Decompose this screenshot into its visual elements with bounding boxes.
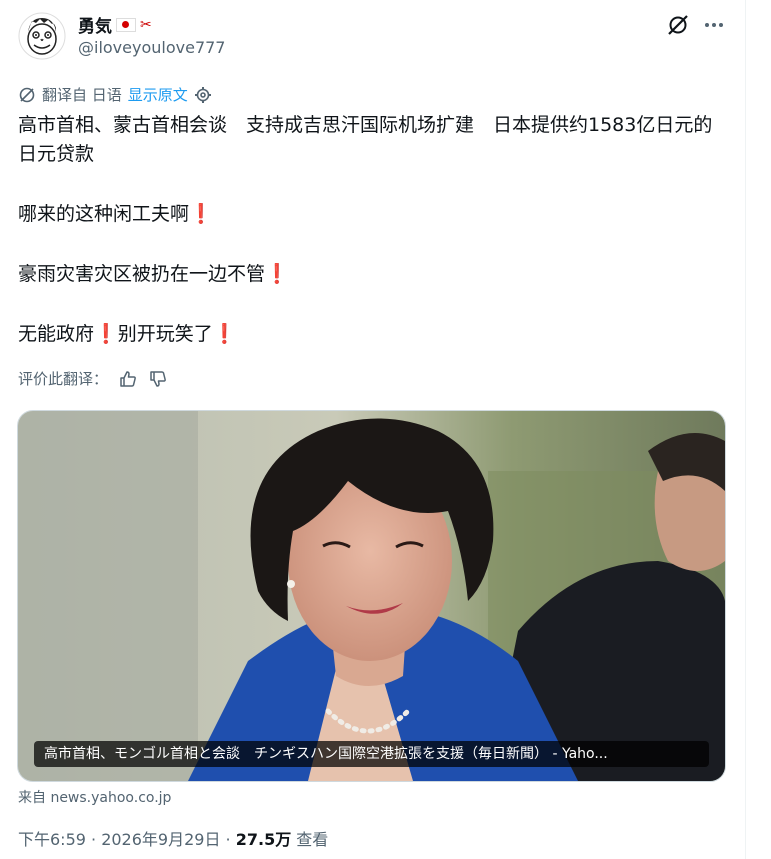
card-caption: 高市首相、モンゴル首相と会談 チンギスハン国際空港拡張を支援（毎日新聞） - Y…: [34, 741, 709, 767]
translation-row: 翻译自 日语 显示原文: [18, 84, 212, 105]
avatar[interactable]: [18, 12, 66, 60]
post-line-4: 无能政府❗别开玩笑了❗: [18, 323, 237, 345]
show-original-link[interactable]: 显示原文: [128, 84, 188, 105]
japan-flag-icon: [116, 17, 136, 32]
author-name-row: 勇気 ✂: [78, 12, 152, 38]
gear-icon[interactable]: [194, 86, 212, 104]
author-display-name[interactable]: 勇気: [78, 12, 112, 37]
grok-icon[interactable]: [666, 13, 690, 37]
thumbs-up-icon[interactable]: [118, 369, 138, 389]
author-handle[interactable]: @iloveyoulove777: [78, 38, 225, 57]
post-meta: 下午6:59 · 2026年9月29日 · 27.5万 查看: [18, 826, 328, 850]
view-label: 查看: [291, 830, 329, 849]
exclamation-icon: ❗: [189, 203, 213, 225]
post-line-2: 哪来的这种闲工夫啊❗: [18, 203, 213, 225]
view-count: 27.5万: [235, 830, 292, 849]
column-border: [745, 0, 746, 859]
news-photo: [18, 411, 725, 781]
post-line-headline: 高市首相、蒙古首相会谈 支持成吉思汗国际机场扩建 日本提供约1583亿日元的日元…: [18, 114, 713, 165]
translate-icon: [19, 87, 35, 102]
more-horizontal-icon[interactable]: [702, 13, 726, 37]
exclamation-icon: ❗: [212, 323, 237, 345]
exclamation-icon: ❗: [94, 323, 118, 345]
rate-translation-row: 评价此翻译：: [18, 368, 168, 389]
thumbs-down-icon[interactable]: [148, 369, 168, 389]
post-line-3: 豪雨灾害灾区被扔在一边不管❗: [18, 263, 289, 285]
post-timestamp[interactable]: 下午6:59 · 2026年9月29日 ·: [18, 830, 236, 849]
exclamation-icon: ❗: [265, 263, 289, 285]
rate-translation-label: 评价此翻译：: [18, 370, 109, 388]
link-card[interactable]: 高市首相、モンゴル首相と会談 チンギスハン国際空港拡張を支援（毎日新聞） - Y…: [17, 410, 726, 782]
translation-label: 翻译自 日语: [42, 86, 122, 104]
avatar-cartoon-face-icon: [18, 12, 66, 60]
card-source[interactable]: 来自 news.yahoo.co.jp: [18, 787, 171, 807]
ribbon-icon: ✂: [140, 16, 152, 33]
post-text: 高市首相、蒙古首相会谈 支持成吉思汗国际机场扩建 日本提供约1583亿日元的日元…: [18, 111, 728, 349]
